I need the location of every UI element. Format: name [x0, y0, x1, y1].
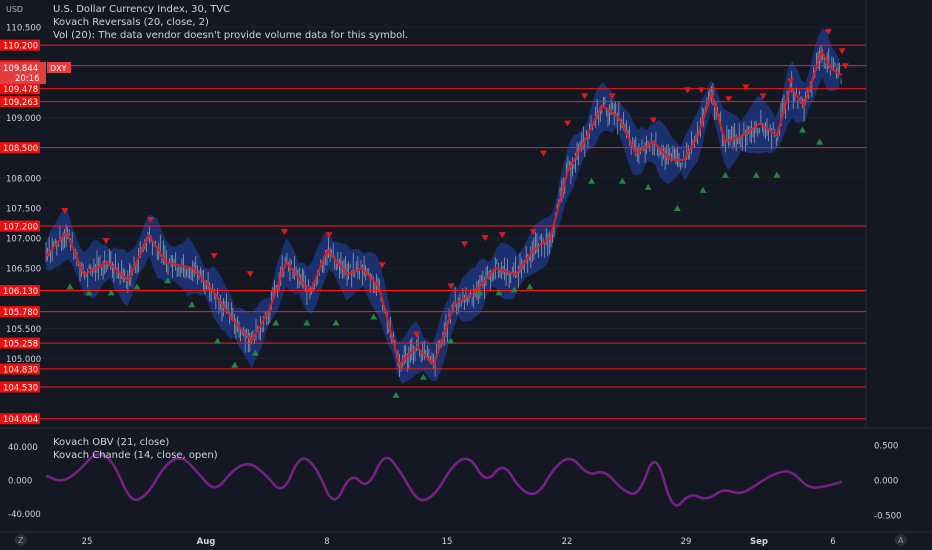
- current-price: 109.844: [3, 64, 38, 74]
- volatility-band: [46, 28, 840, 384]
- level-label-7: 105.780: [3, 308, 38, 318]
- timezone-corner-icon[interactable]: Z: [15, 534, 27, 546]
- reversal-down-5: [280, 229, 288, 236]
- gridlines: [0, 26, 866, 360]
- oscillator-line: [45, 453, 843, 507]
- time-axis[interactable]: 25 Aug 8 15 22 29 Sep 6: [82, 537, 836, 547]
- time-tick-4: 22: [562, 537, 573, 547]
- reversal-up-10: [303, 319, 311, 326]
- level-label-2: 109.478: [3, 85, 38, 95]
- oscillator-pane: [45, 453, 843, 507]
- reversal-up-28: [799, 126, 807, 133]
- price-tick-6: 105.500: [6, 325, 41, 335]
- svg-text:Z: Z: [18, 536, 24, 545]
- currency-label: USD: [6, 5, 23, 14]
- time-tick-7: 6: [830, 537, 835, 547]
- price-tick-3: 107.500: [6, 204, 41, 214]
- symbol-badge: DXY: [50, 64, 67, 73]
- time-tick-0: 25: [82, 537, 93, 547]
- price-tick-0: 110.500: [6, 24, 41, 34]
- reversal-up-25: [721, 171, 729, 178]
- indicator-legend-reversals[interactable]: Kovach Reversals (20, close, 2): [53, 17, 209, 28]
- reversal-down-10: [461, 241, 469, 248]
- reversal-down-19: [684, 87, 692, 94]
- reversal-up-0: [66, 283, 74, 290]
- time-tick-1: Aug: [197, 537, 216, 547]
- reversal-down-27: [841, 63, 849, 70]
- reversal-up-7: [231, 361, 239, 368]
- chart-title[interactable]: U.S. Dollar Currency Index, 30, TVC: [53, 4, 230, 15]
- level-label-0: 110.200: [3, 42, 38, 52]
- reversal-down-3: [210, 253, 218, 260]
- price-tick-1: 109.000: [6, 114, 41, 124]
- osc-right-tick-2: -0.500: [874, 512, 901, 522]
- reversal-down-12: [498, 232, 506, 239]
- reversal-down-14: [540, 150, 547, 157]
- reversal-up-12: [370, 313, 378, 320]
- level-label-5: 107.200: [3, 223, 38, 233]
- osc-left-tick-0: 40.000: [8, 443, 38, 453]
- time-tick-2: 8: [324, 537, 329, 547]
- reversal-markers: [61, 28, 849, 398]
- indicator-legend-obv[interactable]: Kovach OBV (21, close): [53, 437, 169, 448]
- reversal-up-26: [752, 171, 760, 178]
- level-label-8: 105.258: [3, 340, 38, 350]
- level-label-6: 106.130: [3, 287, 38, 297]
- time-tick-5: 29: [681, 537, 692, 547]
- reversal-up-29: [816, 138, 824, 145]
- reversal-up-20: [588, 177, 596, 184]
- band-area: [46, 28, 840, 384]
- price-tick-5: 106.500: [6, 265, 41, 275]
- reversal-up-5: [188, 301, 196, 308]
- level-label-10: 104.530: [3, 384, 38, 394]
- reversal-down-26: [838, 48, 846, 55]
- reversal-down-16: [581, 93, 589, 100]
- reversal-up-19: [526, 283, 534, 290]
- reversal-up-11: [332, 319, 340, 326]
- time-tick-3: 15: [442, 537, 453, 547]
- reversal-down-22: [742, 84, 750, 91]
- chart-canvas[interactable]: 110.500 109.000 108.000 107.500 107.000 106.5…: [0, 0, 932, 550]
- reversal-down-4: [246, 271, 254, 278]
- reversal-up-13: [392, 391, 400, 398]
- indicator-legend-volume[interactable]: Vol (20): The data vendor doesn't provid…: [53, 30, 408, 41]
- reversal-down-20: [697, 87, 705, 94]
- auto-scale-icon[interactable]: A: [895, 534, 907, 546]
- bar-countdown: 20:16: [15, 74, 40, 84]
- reversal-up-24: [699, 186, 707, 193]
- reversal-down-1: [102, 238, 110, 245]
- reversal-up-21: [618, 177, 626, 184]
- reversal-up-6: [214, 337, 222, 344]
- level-labels: 110.200109.860109.478109.263108.500107.2…: [0, 39, 40, 425]
- level-label-9: 104.830: [3, 365, 38, 375]
- time-tick-6: Sep: [750, 537, 768, 547]
- price-tick-2: 108.000: [6, 174, 41, 184]
- osc-right-tick-0: 0.500: [874, 442, 898, 452]
- reversal-up-27: [773, 171, 781, 178]
- level-label-3: 109.263: [3, 98, 38, 108]
- reversal-down-15: [564, 120, 572, 127]
- svg-text:A: A: [898, 536, 904, 545]
- osc-left-tick-2: -40.000: [8, 510, 41, 520]
- reversal-up-22: [644, 183, 652, 190]
- osc-right-tick-1: 0.000: [874, 477, 898, 487]
- level-label-4: 108.500: [3, 144, 38, 154]
- osc-left-tick-1: 0.000: [8, 477, 32, 487]
- price-tick-4: 107.000: [6, 235, 41, 245]
- reversal-up-9: [272, 319, 280, 326]
- current-price-tag: 109.844 20:16 DXY: [0, 62, 71, 84]
- reversal-up-14: [419, 373, 427, 380]
- indicator-legend-chande[interactable]: Kovach Chande (14, close, open): [53, 450, 218, 461]
- level-label-11: 104.004: [3, 415, 38, 425]
